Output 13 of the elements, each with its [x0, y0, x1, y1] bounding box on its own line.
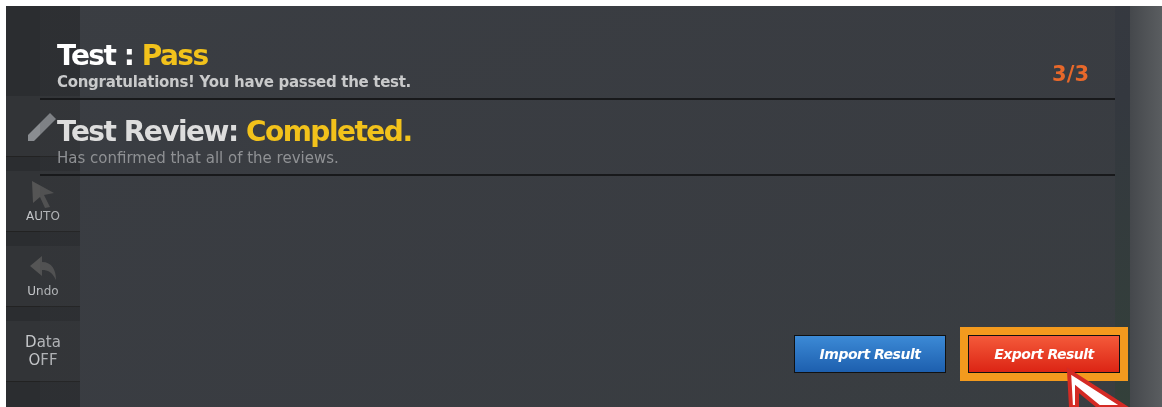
tool-button[interactable]: Data OFF [6, 321, 80, 382]
tool-label: Undo [27, 284, 59, 298]
result-button[interactable]: Import Result [794, 335, 946, 373]
tool-button[interactable]: Undo [6, 246, 80, 307]
result-heading: Test : Pass [57, 40, 208, 72]
pencil-icon [28, 111, 58, 141]
progress-counter: 3/3 [1052, 62, 1089, 86]
result-message: Congratulations! You have passed the test. [57, 72, 411, 92]
tool-label: Data OFF [24, 333, 62, 369]
tool-label: AUTO [26, 209, 60, 223]
review-message: Has confirmed that all of the reviews. [57, 148, 339, 168]
tool-button[interactable]: AUTO [6, 171, 80, 232]
review-heading: Test Review: Completed. [57, 116, 413, 148]
